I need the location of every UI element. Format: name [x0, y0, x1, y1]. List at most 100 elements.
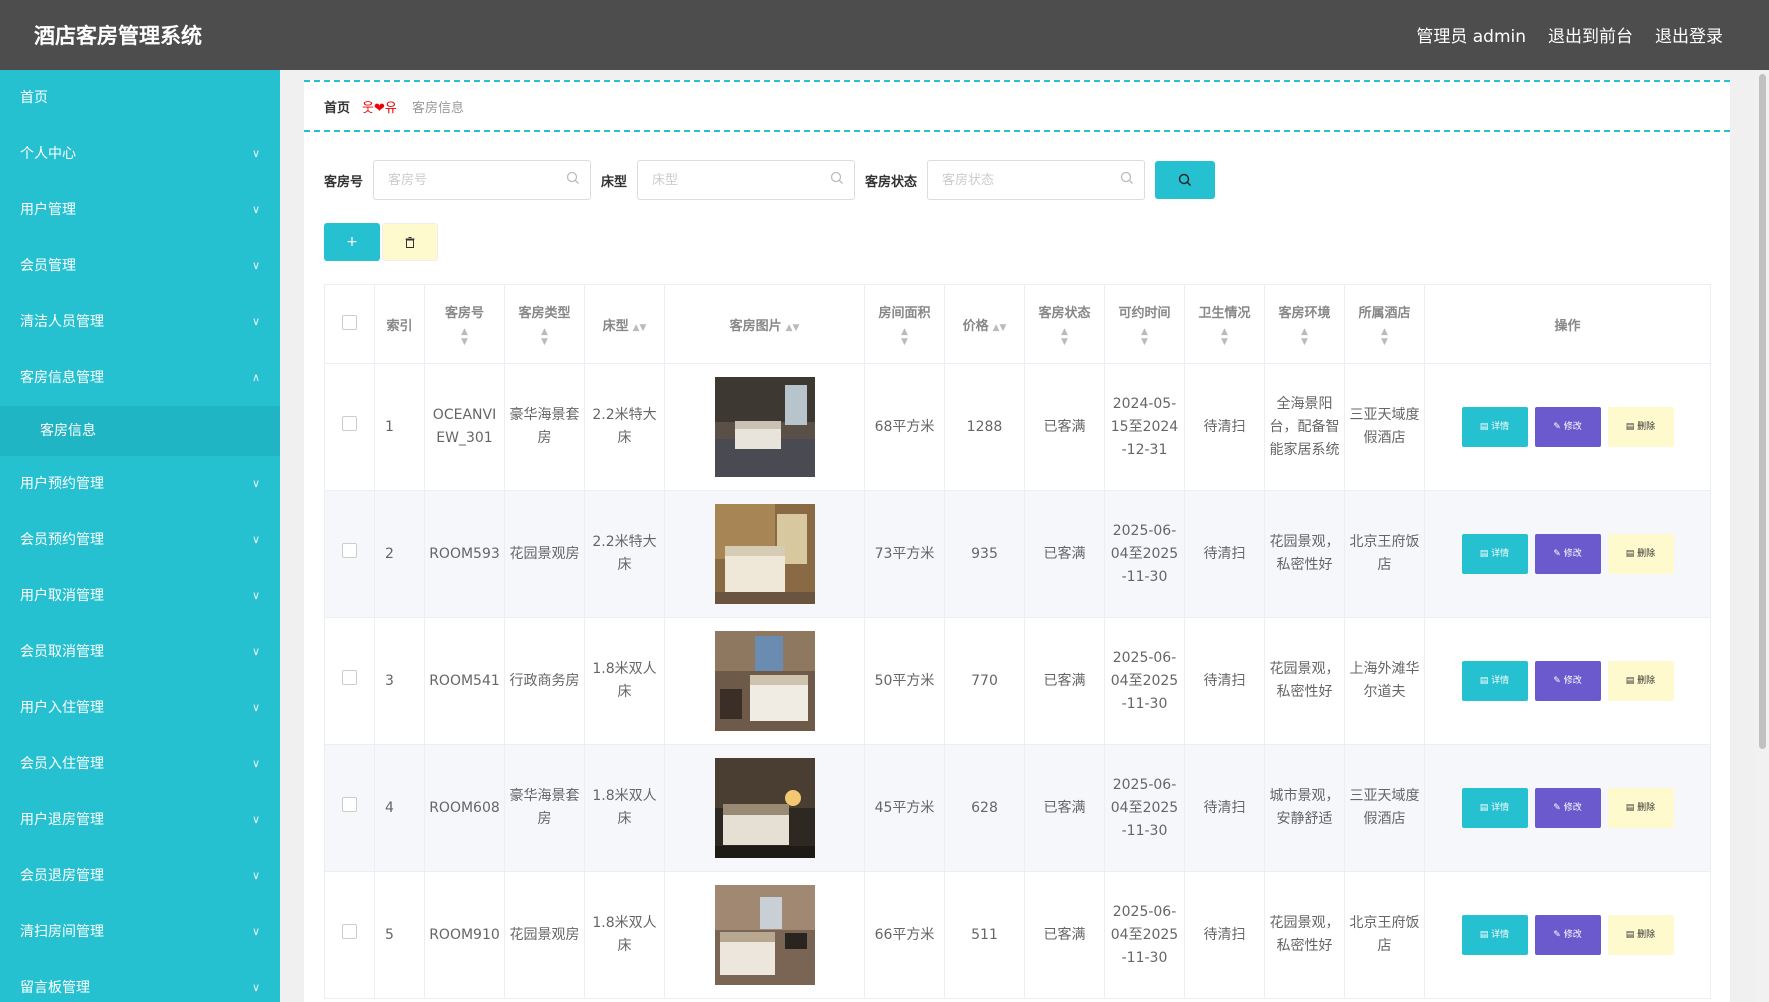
sidebar-item-label: 会员取消管理: [20, 644, 104, 660]
detail-button[interactable]: ▤ 详情: [1461, 661, 1528, 701]
sidebar-item-user-checkin[interactable]: 用户入住管理 ∨: [0, 680, 280, 736]
col-header-image[interactable]: 客房图片 ▲▼: [664, 284, 865, 364]
sort-icon[interactable]: ▲▼: [1269, 327, 1340, 347]
header-label: 客房环境: [1278, 305, 1331, 321]
edit-button[interactable]: ✎ 修改: [1534, 788, 1601, 828]
room-photo[interactable]: [714, 885, 815, 985]
row-checkbox[interactable]: [342, 542, 357, 558]
col-header-room-type[interactable]: 客房类型 ▲ ▼: [504, 284, 585, 364]
col-header-room-no[interactable]: 客房号 ▲ ▼: [424, 284, 505, 364]
bed-input[interactable]: [638, 161, 825, 199]
sidebar: 首页 个人中心 ∨ 用户管理 ∨ 会员管理 ∨ 清洁人员管理 ∨ 客房信息管理 ∧ 客房信…: [0, 70, 280, 1002]
sort-icon[interactable]: ▲▼: [1029, 327, 1100, 347]
sort-icon[interactable]: ▲▼: [429, 327, 500, 347]
sidebar-item-home[interactable]: 首页: [0, 70, 280, 126]
sidebar-item-user-booking[interactable]: 用户预约管理 ∨: [0, 456, 280, 512]
sidebar-item-messages[interactable]: 留言板管理 ∨: [0, 960, 280, 1002]
sidebar-item-member-checkout[interactable]: 会员退房管理 ∨: [0, 848, 280, 904]
delete-button[interactable]: ▤ 删除: [1607, 788, 1674, 828]
room-table: 索引 客房号 ▲ ▼ 客房类型 ▲ ▼ 床型 ▲▼ 客房图片 ▲▼ 房间面积 ▲ ▼ 价格 ▲▼ …: [324, 284, 1711, 999]
chevron-down-icon: ∨: [251, 315, 260, 328]
sidebar-item-users[interactable]: 用户管理 ∨: [0, 182, 280, 238]
room-photo[interactable]: [714, 758, 815, 858]
cell-hygiene: 待清扫: [1184, 363, 1265, 491]
col-header-hygiene[interactable]: 卫生情况 ▲ ▼: [1184, 284, 1265, 364]
cell-ops: ▤ 详情 ✎ 修改 ▤ 删除: [1424, 871, 1711, 999]
edit-button[interactable]: ✎ 修改: [1534, 407, 1601, 447]
status-label: 客房状态: [865, 174, 918, 190]
cell-index: 3: [374, 617, 425, 745]
detail-button[interactable]: ▤ 详情: [1461, 534, 1528, 574]
col-header-env[interactable]: 客房环境 ▲ ▼: [1264, 284, 1345, 364]
status-input[interactable]: [928, 161, 1115, 199]
admin-label[interactable]: 管理员 admin: [1416, 22, 1526, 47]
sidebar-item-personal[interactable]: 个人中心 ∨: [0, 126, 280, 182]
sidebar-subitem-room-info[interactable]: 客房信息: [0, 406, 280, 456]
breadcrumb-current: 客房信息: [412, 101, 465, 116]
select-all-checkbox[interactable]: [342, 314, 357, 330]
delete-button[interactable]: ▤ 删除: [1607, 661, 1674, 701]
sidebar-item-cleaning[interactable]: 清扫房间管理 ∨: [0, 904, 280, 960]
room-no-input[interactable]: [374, 161, 561, 199]
button-label: 删除: [1637, 548, 1656, 559]
sort-icon[interactable]: ▲▼: [869, 327, 940, 347]
col-header-status[interactable]: 客房状态 ▲ ▼: [1024, 284, 1105, 364]
col-header-price[interactable]: 价格 ▲▼: [944, 284, 1025, 364]
edit-button[interactable]: ✎ 修改: [1534, 534, 1601, 574]
back-to-front-link[interactable]: 退出到前台: [1548, 22, 1633, 47]
cell-hotel: 三亚天域度假酒店: [1344, 363, 1425, 491]
logout-link[interactable]: 退出登录: [1655, 22, 1723, 47]
page-scrollbar[interactable]: [1756, 70, 1769, 1002]
cell-price: 770: [944, 617, 1025, 745]
room-photo[interactable]: [714, 504, 815, 604]
room-photo[interactable]: [714, 631, 815, 731]
col-header-hotel[interactable]: 所属酒店 ▲ ▼: [1344, 284, 1425, 364]
cell-index: 5: [374, 871, 425, 999]
sidebar-item-member-booking[interactable]: 会员预约管理 ∨: [0, 512, 280, 568]
sort-icon[interactable]: ▲▼: [509, 327, 580, 347]
scrollbar-thumb[interactable]: [1759, 74, 1766, 749]
room-photo[interactable]: [714, 377, 815, 477]
button-label: 删除: [1637, 675, 1656, 686]
chevron-down-icon: ∨: [251, 813, 260, 826]
sidebar-item-cleaners[interactable]: 清洁人员管理 ∨: [0, 294, 280, 350]
row-checkbox[interactable]: [342, 415, 357, 431]
row-checkbox[interactable]: [342, 796, 357, 812]
sort-icon[interactable]: ▲▼: [993, 323, 1007, 333]
edit-button[interactable]: ✎ 修改: [1534, 915, 1601, 955]
col-header-time[interactable]: 可约时间 ▲ ▼: [1104, 284, 1185, 364]
chevron-down-icon: ∨: [251, 757, 260, 770]
breadcrumb-home[interactable]: 首页: [324, 97, 350, 116]
room-no-box: [373, 160, 592, 200]
col-header-bed[interactable]: 床型 ▲▼: [584, 284, 665, 364]
sort-icon[interactable]: ▲▼: [633, 323, 647, 333]
add-button[interactable]: +: [324, 223, 380, 261]
row-checkbox[interactable]: [342, 669, 357, 685]
sidebar-item-user-cancel[interactable]: 用户取消管理 ∨: [0, 568, 280, 624]
sort-icon[interactable]: ▲▼: [1189, 327, 1260, 347]
cell-env: 花园景观，私密性好: [1264, 871, 1345, 999]
header-label: 客房类型: [518, 305, 571, 321]
edit-button[interactable]: ✎ 修改: [1534, 661, 1601, 701]
sort-icon[interactable]: ▲▼: [1349, 327, 1420, 347]
header-label: 房间面积: [878, 305, 931, 321]
row-checkbox[interactable]: [342, 923, 357, 939]
delete-button[interactable]: ▤ 删除: [1607, 915, 1674, 955]
batch-delete-button[interactable]: [382, 223, 438, 261]
sidebar-item-member-cancel[interactable]: 会员取消管理 ∨: [0, 624, 280, 680]
detail-button[interactable]: ▤ 详情: [1461, 407, 1528, 447]
sort-icon[interactable]: ▲▼: [786, 323, 800, 333]
delete-button[interactable]: ▤ 删除: [1607, 407, 1674, 447]
detail-button[interactable]: ▤ 详情: [1461, 788, 1528, 828]
trash-icon: ▤: [1625, 675, 1638, 686]
sidebar-item-label: 客房信息管理: [20, 370, 104, 386]
sidebar-item-rooms[interactable]: 客房信息管理 ∧: [0, 350, 280, 406]
sidebar-item-user-checkout[interactable]: 用户退房管理 ∨: [0, 792, 280, 848]
delete-button[interactable]: ▤ 删除: [1607, 534, 1674, 574]
detail-button[interactable]: ▤ 详情: [1461, 915, 1528, 955]
sidebar-item-member-checkin[interactable]: 会员入住管理 ∨: [0, 736, 280, 792]
col-header-area[interactable]: 房间面积 ▲ ▼: [864, 284, 945, 364]
sidebar-item-members[interactable]: 会员管理 ∨: [0, 238, 280, 294]
search-button[interactable]: [1155, 161, 1216, 199]
sort-icon[interactable]: ▲▼: [1109, 327, 1180, 347]
